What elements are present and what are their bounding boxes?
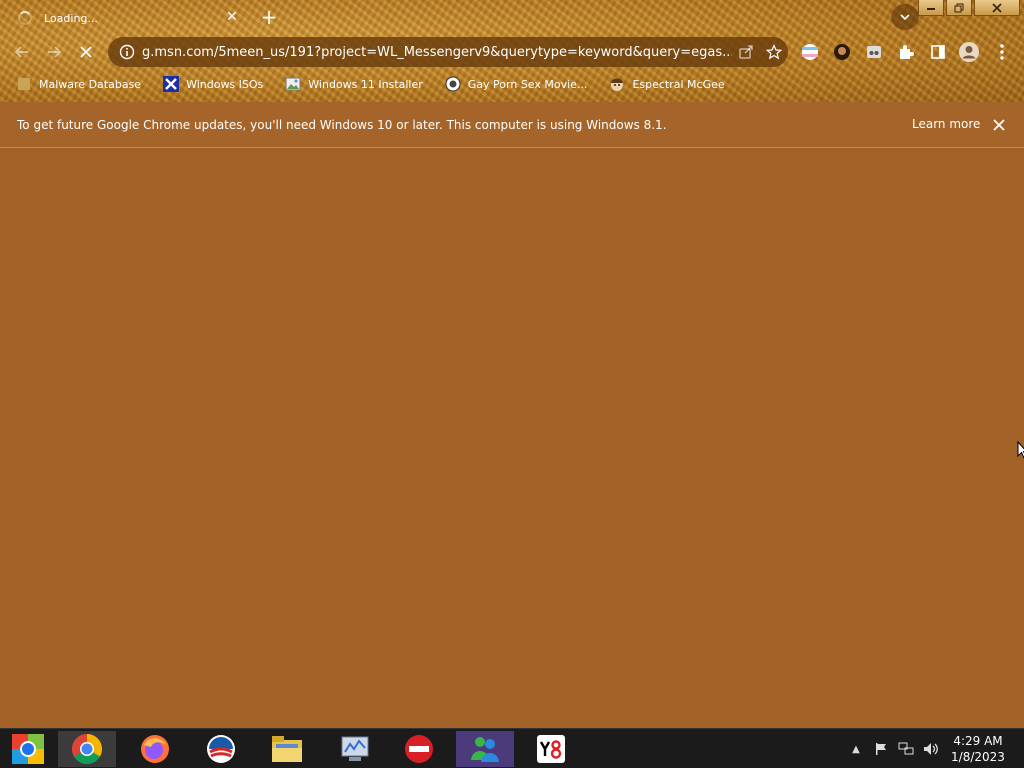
restore-icon xyxy=(954,3,964,12)
window-controls xyxy=(916,0,1020,16)
back-arrow-icon xyxy=(14,46,28,58)
close-window-button[interactable] xyxy=(974,0,1020,16)
cartoon-face-icon xyxy=(609,76,625,92)
taskbar-task-manager[interactable] xyxy=(326,731,384,767)
page-content[interactable] xyxy=(0,148,1024,728)
taskbar-file-explorer[interactable] xyxy=(258,731,316,767)
volume-icon[interactable] xyxy=(921,739,941,759)
infobar-close-icon[interactable] xyxy=(991,117,1007,133)
start-icon xyxy=(12,734,44,764)
bookmark-malware-database[interactable]: Malware Database xyxy=(10,73,147,95)
monitor-icon xyxy=(341,736,369,761)
taskbar-outlook[interactable] xyxy=(192,731,250,767)
forward-button[interactable] xyxy=(42,40,66,64)
bookmark-gay-porn-sex-movie[interactable]: Gay Porn Sex Movie... xyxy=(439,73,594,95)
bookmark-label: Espectral McGee xyxy=(632,77,725,91)
update-infobar: To get future Google Chrome updates, you… xyxy=(0,102,1024,148)
minimize-button[interactable] xyxy=(918,0,944,16)
stop-loading-button[interactable] xyxy=(74,40,98,64)
bookmark-label: Windows ISOs xyxy=(186,77,264,91)
share-icon[interactable] xyxy=(732,44,760,60)
no-entry-icon xyxy=(405,735,433,763)
bookmark-label: Malware Database xyxy=(39,77,142,91)
show-hidden-icons-icon[interactable]: ▲ xyxy=(846,739,866,759)
folder-icon xyxy=(272,736,302,762)
url-text[interactable]: g.msn.com/5meen_us/191?project=WL_Messen… xyxy=(142,45,732,60)
tab-title: Loading... xyxy=(44,11,98,25)
taskbar-clock[interactable]: 4:29 AM 1/8/2023 xyxy=(942,733,1014,765)
game-extension-icon[interactable] xyxy=(862,40,886,64)
clock-date: 1/8/2023 xyxy=(951,750,1005,764)
tab-search-button[interactable] xyxy=(891,4,919,30)
minimize-icon xyxy=(927,7,935,10)
flag-extension-icon[interactable] xyxy=(798,40,822,64)
obama-logo-icon xyxy=(207,735,235,763)
firefox-icon xyxy=(141,735,169,763)
chevron-down-icon xyxy=(900,14,910,21)
infobar-message: To get future Google Chrome updates, you… xyxy=(17,117,667,132)
site-info-icon[interactable] xyxy=(112,44,142,60)
profile-avatar-icon[interactable] xyxy=(957,40,981,64)
network-icon[interactable] xyxy=(896,739,916,759)
new-tab-button[interactable]: + xyxy=(258,6,280,28)
loading-spinner-icon xyxy=(18,11,32,25)
bookmark-favicon-icon xyxy=(16,76,32,92)
bookmark-espectral-mcgee[interactable]: Espectral McGee xyxy=(603,73,730,95)
menu-kebab-icon[interactable] xyxy=(990,40,1014,64)
taskbar-y8-games[interactable] xyxy=(522,731,580,767)
browser-frame: Loading... ✕ + g.msn.com/5meen_us/191?pr… xyxy=(0,0,1024,102)
action-center-flag-icon[interactable] xyxy=(871,739,891,759)
forward-arrow-icon xyxy=(48,46,62,58)
bookmarks-bar: Malware Database Windows ISOs Windows 11… xyxy=(0,72,1024,96)
back-button[interactable] xyxy=(10,40,34,64)
address-bar[interactable]: g.msn.com/5meen_us/191?project=WL_Messen… xyxy=(108,37,788,67)
puzzle-extensions-icon[interactable] xyxy=(894,40,918,64)
clock-time: 4:29 AM xyxy=(953,734,1003,748)
x-logo-icon xyxy=(163,76,180,92)
favicon-icon xyxy=(445,76,461,92)
y8-logo-icon xyxy=(537,735,565,763)
system-tray: ▲ xyxy=(846,729,946,768)
messenger-buddies-icon xyxy=(471,737,499,762)
stop-icon xyxy=(80,46,92,58)
taskbar-chrome[interactable] xyxy=(58,731,116,767)
bookmark-windows-isos[interactable]: Windows ISOs xyxy=(157,73,269,95)
bookmark-label: Windows 11 Installer xyxy=(308,77,423,91)
windows-taskbar: ▲ 4:29 AM 1/8/2023 xyxy=(0,728,1024,768)
close-icon xyxy=(992,2,1002,13)
bookmark-label: Gay Porn Sex Movie... xyxy=(467,77,588,91)
bookmark-star-icon[interactable] xyxy=(760,44,788,60)
restore-button[interactable] xyxy=(946,0,972,16)
side-panel-icon[interactable] xyxy=(926,40,950,64)
taskbar-firefox[interactable] xyxy=(126,731,184,767)
chrome-icon xyxy=(71,734,103,765)
mouse-cursor-icon xyxy=(1017,440,1024,462)
bookmark-windows-11-installer[interactable]: Windows 11 Installer xyxy=(279,73,429,95)
browser-tab[interactable]: Loading... ✕ xyxy=(8,4,248,32)
browser-toolbar: g.msn.com/5meen_us/191?project=WL_Messen… xyxy=(0,36,1024,68)
taskbar-windows-live-messenger[interactable] xyxy=(456,731,514,767)
taskbar-no-entry-app[interactable] xyxy=(390,731,448,767)
tab-close-icon[interactable]: ✕ xyxy=(224,9,240,25)
learn-more-link[interactable]: Learn more xyxy=(912,117,980,131)
image-icon xyxy=(285,76,301,92)
avatar-extension-icon[interactable] xyxy=(830,40,854,64)
start-button[interactable] xyxy=(0,731,56,767)
